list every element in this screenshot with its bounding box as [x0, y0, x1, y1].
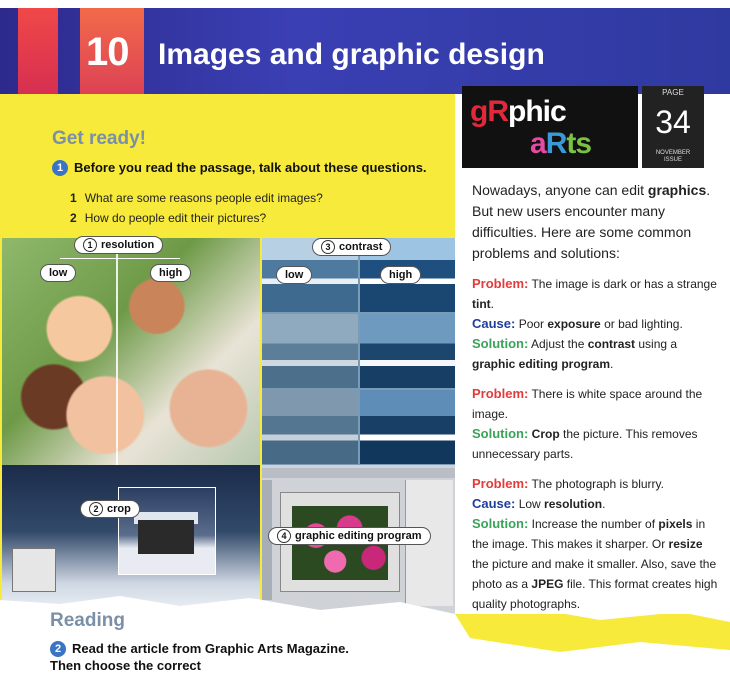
label-number: 1	[83, 238, 97, 252]
logo-letters: a	[530, 127, 547, 160]
question-number-badge: 2	[50, 641, 66, 657]
unit-number: 10	[86, 30, 129, 74]
coast-row	[262, 314, 455, 388]
get-ready-heading: Get ready!	[52, 128, 146, 149]
question-text: What are some reasons people edit images…	[84, 191, 323, 205]
label-contrast: 3 contrast	[312, 238, 392, 256]
label-crop: 2 crop	[80, 500, 140, 518]
label-number: 3	[321, 240, 335, 254]
problem-block-1: Problem: The image is dark or has a stra…	[472, 276, 717, 371]
article-intro: Nowadays, anyone can edit graphics. But …	[472, 182, 711, 261]
problem-label: Problem:	[472, 276, 529, 291]
problem-label: Problem:	[472, 386, 529, 401]
question-number: 1	[70, 191, 77, 205]
masthead-logo: gRphic aRts	[470, 95, 592, 160]
instruction-text: Read the article from Graphic Arts Magaz…	[50, 641, 349, 673]
coast-row	[262, 390, 455, 464]
label-text: contrast	[339, 241, 383, 253]
resolution-divider	[116, 238, 118, 465]
coast-low-image	[262, 390, 358, 464]
question-number: 2	[70, 211, 77, 225]
cause-label: Cause:	[472, 316, 516, 331]
logo-letters: phic	[508, 95, 567, 128]
reading-instruction: 2 Read the article from Graphic Arts Maga…	[50, 640, 350, 674]
logo-letters: ts	[566, 127, 592, 160]
issue-page-number: 34	[655, 104, 691, 140]
list-item: 2 How do people edit their pictures?	[70, 208, 323, 228]
label-number: 2	[89, 502, 103, 516]
solution-label: Solution:	[472, 516, 529, 531]
label-low: low	[276, 266, 313, 284]
list-item: 1 What are some reasons people edit image…	[70, 188, 323, 208]
reading-heading: Reading	[50, 610, 125, 631]
label-connector	[60, 258, 180, 259]
label-text: graphic editing program	[295, 530, 422, 542]
issue-month: NOVEMBER	[655, 150, 691, 156]
editor-menu-bar	[262, 468, 455, 478]
problem-block-2: Problem: There is white space around the…	[472, 386, 703, 461]
label-high: high	[150, 264, 192, 282]
crop-dialog	[12, 548, 56, 592]
get-ready-instruction: 1 Before you read the passage, talk about…	[52, 160, 427, 176]
solution-label: Solution:	[472, 426, 529, 441]
label-resolution: 1 resolution	[74, 236, 164, 254]
instruction-text: Before you read the passage, talk about …	[74, 160, 427, 175]
question-text: How do people edit their pictures?	[84, 211, 267, 225]
issue-word: ISSUE	[663, 157, 682, 163]
label-text: crop	[107, 503, 131, 515]
issue-page-label: PAGE	[662, 88, 684, 97]
coast-low-image	[262, 314, 358, 388]
coast-high-image	[360, 390, 455, 464]
unit-title: Images and graphic design	[158, 38, 545, 71]
problem-block-3: Problem: The photograph is blurry. Cause…	[472, 476, 718, 611]
logo-letters: gR	[470, 95, 509, 128]
label-graphic-editing-program: 4 graphic editing program	[268, 527, 431, 545]
issue-date: NOVEMBER ISSUE	[642, 150, 704, 164]
coast-high-image	[360, 314, 455, 388]
logo-letters: R	[545, 127, 568, 160]
textbook-page: 10 Images and graphic design Get ready! …	[0, 0, 730, 680]
label-low: low	[40, 264, 77, 282]
label-text: resolution	[101, 239, 155, 251]
label-number: 4	[277, 529, 291, 543]
discussion-questions: 1 What are some reasons people edit image…	[70, 188, 323, 228]
crop-house	[138, 520, 194, 554]
question-number-badge: 1	[52, 160, 68, 176]
solution-label: Solution:	[472, 336, 529, 351]
problem-label: Problem:	[472, 476, 529, 491]
cause-label: Cause:	[472, 496, 516, 511]
label-high: high	[380, 266, 422, 284]
